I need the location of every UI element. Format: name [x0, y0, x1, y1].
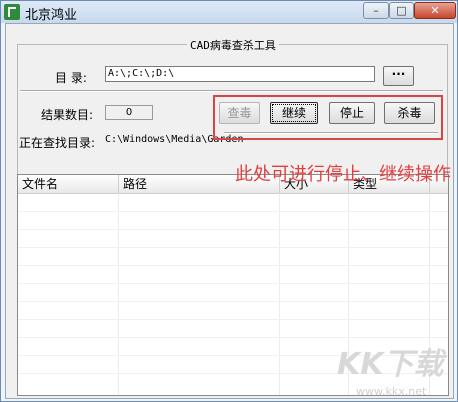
watermark-url: www.kkx.net [356, 385, 427, 398]
minimize-button[interactable]: – [363, 2, 389, 19]
maximize-button[interactable]: □ [389, 2, 414, 19]
directory-input[interactable]: A:\;C:\;D:\ [105, 66, 375, 82]
row-line [18, 283, 448, 284]
row-line [18, 247, 448, 248]
annotation-text: 此处可进行停止、继续操作 [235, 164, 451, 185]
annotation-highlight-box [213, 95, 443, 140]
column-header-filename[interactable]: 文件名 [18, 175, 119, 193]
searching-label: 正在查找目录: [19, 136, 96, 150]
close-button[interactable]: ✕ [414, 2, 456, 19]
row-line [18, 319, 448, 320]
app-logo-icon [4, 4, 20, 20]
result-count-label: 结果数目: [41, 108, 94, 122]
grid-line [118, 193, 119, 395]
result-count-value: 0 [105, 105, 153, 120]
row-line [18, 229, 448, 230]
group-title: CAD病毒查杀工具 [187, 37, 279, 53]
row-line [18, 301, 448, 302]
title-bar[interactable]: 北京鸿业 – □ ✕ [1, 1, 457, 23]
row-line [18, 337, 448, 338]
watermark-logo: KK下载 [337, 347, 444, 382]
browse-button[interactable]: ··· [383, 66, 414, 86]
separator [20, 90, 443, 92]
window-title: 北京鸿业 [25, 8, 78, 23]
row-line [18, 265, 448, 266]
directory-label: 目 录: [55, 71, 87, 85]
app-window: 北京鸿业 – □ ✕ CAD病毒查杀工具 目 录: A:\;C:\;D:\ ··… [0, 0, 458, 402]
grid-line [279, 193, 280, 395]
row-line [18, 211, 448, 212]
